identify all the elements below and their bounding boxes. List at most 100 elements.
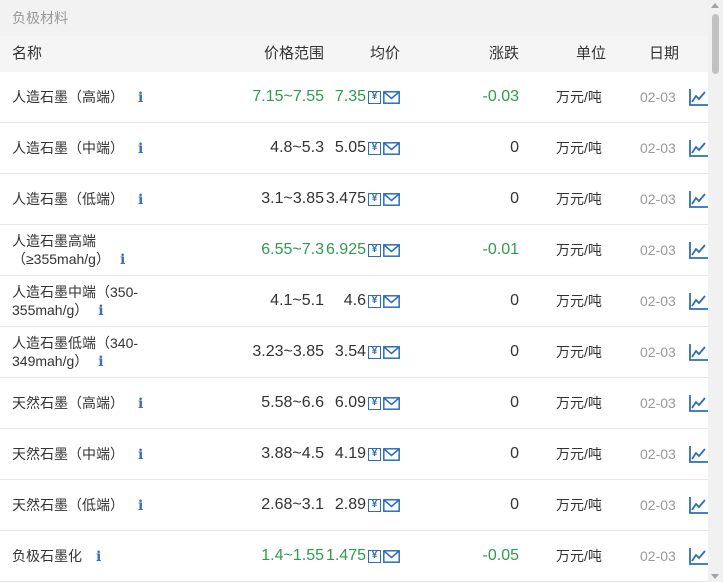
price-range: 3.1~3.85 [261, 190, 324, 207]
yen-box-icon[interactable]: ¥ [368, 396, 381, 410]
price-change: 0 [510, 343, 519, 360]
price-change: -0.05 [482, 547, 519, 564]
product-name-line: 天然石墨（高端） [12, 394, 124, 411]
product-name[interactable]: 人造石墨低端（340- 349mah/g） i [12, 327, 192, 377]
info-icon[interactable]: i [138, 446, 143, 464]
envelope-icon[interactable] [383, 90, 400, 104]
table-row: 天然石墨（低端） i 2.68~3.1 2.89 ¥0 万元/吨 02-03 [0, 480, 708, 531]
price-change: 0 [510, 394, 519, 411]
unit: 万元/吨 [556, 140, 602, 156]
info-icon[interactable]: i [96, 548, 101, 566]
line-chart-icon[interactable] [689, 531, 709, 581]
table-row: 人造石墨高端 （≥355mah/g） i 6.55~7.3 6.925 ¥ -0.01 万元/… [0, 225, 708, 276]
envelope-icon[interactable] [383, 396, 400, 410]
header-date: 日期 [649, 45, 680, 62]
unit: 万元/吨 [556, 191, 602, 207]
unit: 万元/吨 [556, 242, 602, 258]
header-change: 涨跌 [489, 45, 520, 62]
avg-price-cell: 4.19 ¥ [335, 429, 400, 479]
avg-price: 3.54 [334, 343, 366, 360]
table-header: 名称 价格范围 均价 涨跌 单位 日期 [0, 36, 708, 72]
product-name[interactable]: 负极石墨化 i [12, 531, 192, 581]
product-name-line: 人造石墨高端 [12, 232, 96, 249]
line-chart-icon[interactable] [689, 276, 709, 326]
price-change: 0 [510, 292, 519, 309]
yen-box-icon[interactable]: ¥ [368, 345, 381, 359]
product-name[interactable]: 人造石墨（高端） i [12, 72, 192, 122]
header-name: 名称 [12, 45, 43, 62]
info-icon[interactable]: i [138, 140, 143, 158]
scroll-down-icon[interactable] [711, 574, 719, 579]
avg-price: 6.925 [325, 241, 366, 258]
envelope-icon[interactable] [383, 141, 400, 155]
yen-box-icon[interactable]: ¥ [368, 141, 381, 155]
product-name-line: 355mah/g） [12, 301, 89, 318]
yen-box-icon[interactable]: ¥ [368, 294, 381, 308]
product-name-line: 349mah/g） [12, 352, 89, 369]
info-icon[interactable]: i [98, 302, 103, 320]
yen-box-icon[interactable]: ¥ [368, 192, 381, 206]
avg-price: 3.475 [325, 190, 366, 207]
scroll-thumb[interactable] [712, 14, 719, 74]
envelope-icon[interactable] [383, 294, 400, 308]
date: 02-03 [640, 293, 676, 309]
price-range: 2.68~3.1 [261, 496, 324, 513]
yen-box-icon[interactable]: ¥ [368, 549, 381, 563]
avg-price-cell: 3.475 ¥ [326, 174, 400, 224]
info-icon[interactable]: i [138, 89, 143, 107]
vertical-scrollbar[interactable] [708, 0, 723, 582]
price-range: 4.8~5.3 [270, 139, 324, 156]
unit: 万元/吨 [556, 497, 602, 513]
line-chart-icon[interactable] [689, 480, 709, 530]
section-title: 负极材料 [0, 0, 708, 36]
info-icon[interactable]: i [138, 395, 143, 413]
table-row: 人造石墨中端（350- 355mah/g） i 4.1~5.1 4.6 ¥0 万元/吨 02-… [0, 276, 708, 327]
price-range: 7.15~7.55 [252, 88, 324, 105]
price-range: 4.1~5.1 [270, 292, 324, 309]
info-icon[interactable]: i [98, 353, 103, 371]
yen-box-icon[interactable]: ¥ [368, 447, 381, 461]
line-chart-icon[interactable] [689, 225, 709, 275]
unit: 万元/吨 [556, 446, 602, 462]
product-name-line: （≥355mah/g） [12, 250, 110, 267]
header-range: 价格范围 [264, 45, 325, 62]
scroll-up-icon[interactable] [711, 3, 719, 8]
line-chart-icon[interactable] [689, 429, 709, 479]
product-name[interactable]: 天然石墨（高端） i [12, 378, 192, 428]
yen-box-icon[interactable]: ¥ [368, 498, 381, 512]
product-name[interactable]: 人造石墨（中端） i [12, 123, 192, 173]
yen-box-icon[interactable]: ¥ [368, 243, 381, 257]
avg-price-cell: 3.54 ¥ [335, 327, 400, 377]
table-row: 天然石墨（中端） i 3.88~4.5 4.19 ¥0 万元/吨 02-03 [0, 429, 708, 480]
date: 02-03 [640, 548, 676, 564]
product-name[interactable]: 天然石墨（低端） i [12, 480, 192, 530]
product-name-line: 人造石墨（低端） [12, 190, 124, 207]
envelope-icon[interactable] [383, 192, 400, 206]
line-chart-icon[interactable] [689, 327, 709, 377]
line-chart-icon[interactable] [689, 123, 709, 173]
product-name[interactable]: 人造石墨中端（350- 355mah/g） i [12, 276, 192, 326]
yen-box-icon[interactable]: ¥ [368, 90, 381, 104]
product-name[interactable]: 天然石墨（中端） i [12, 429, 192, 479]
product-name[interactable]: 人造石墨（低端） i [12, 174, 192, 224]
avg-price: 4.6 [343, 292, 366, 309]
line-chart-icon[interactable] [689, 378, 709, 428]
envelope-icon[interactable] [383, 447, 400, 461]
price-change: 0 [510, 445, 519, 462]
price-change: 0 [510, 139, 519, 156]
envelope-icon[interactable] [383, 549, 400, 563]
avg-price: 6.09 [334, 394, 366, 411]
product-name[interactable]: 人造石墨高端 （≥355mah/g） i [12, 225, 192, 275]
info-icon[interactable]: i [138, 191, 143, 209]
product-name-line: 人造石墨低端（340- [12, 334, 139, 351]
info-icon[interactable]: i [120, 251, 125, 269]
product-name-line: 负极石墨化 [12, 547, 82, 564]
line-chart-icon[interactable] [689, 174, 709, 224]
envelope-icon[interactable] [383, 243, 400, 257]
table-row: 人造石墨低端（340- 349mah/g） i 3.23~3.85 3.54 ¥0 万元/吨… [0, 327, 708, 378]
info-icon[interactable]: i [138, 497, 143, 515]
envelope-icon[interactable] [383, 345, 400, 359]
line-chart-icon[interactable] [689, 72, 709, 122]
envelope-icon[interactable] [383, 498, 400, 512]
price-range: 5.58~6.6 [261, 394, 324, 411]
